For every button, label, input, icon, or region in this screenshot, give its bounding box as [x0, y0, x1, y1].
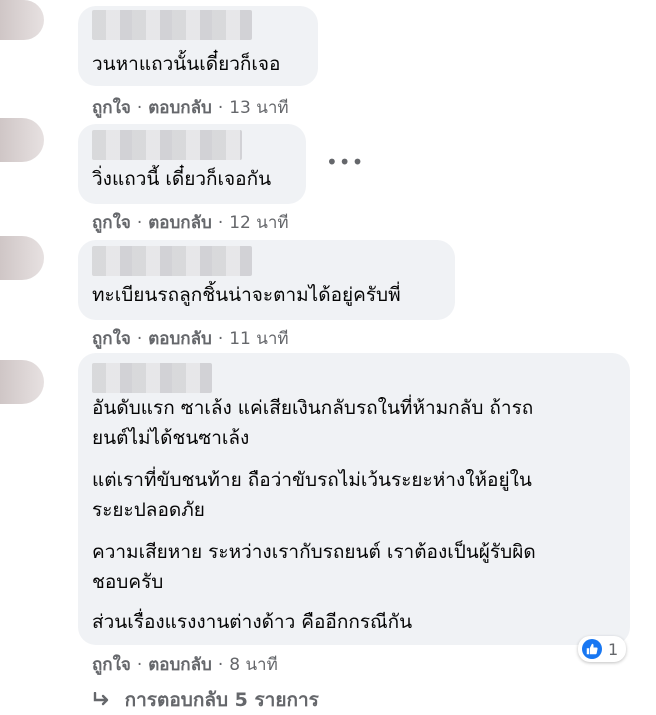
comment-text: วิ่งแถวนี้ เดี๋ยวก็เจอกัน	[92, 168, 272, 190]
like-link[interactable]: ถูกใจ	[92, 98, 131, 118]
comment-text: ทะเบียนรถลูกชิ้นน่าจะตามได้อยู่ครับพี่	[92, 284, 401, 306]
reaction-badge[interactable]: 1	[578, 636, 627, 662]
comment-text: วนหาแถวนั้นเดี๋ยวก็เจอ	[92, 53, 281, 75]
reaction-count: 1	[608, 639, 619, 659]
view-replies-label[interactable]: การตอบกลับ 5 รายการ	[125, 689, 319, 711]
more-options-icon[interactable]: •••	[326, 150, 364, 174]
reply-arrow-icon	[92, 689, 125, 711]
comment-actions: ถูกใจ · ตอบกลับ · 8 นาที	[92, 655, 278, 675]
like-link[interactable]: ถูกใจ	[92, 329, 131, 349]
comment-text-line: ความเสียหาย ระหว่างเรากับรถยนต์ เราต้องเ…	[92, 541, 536, 563]
comment-bubble	[78, 240, 455, 320]
like-thumb-icon	[582, 639, 602, 659]
comment-actions: ถูกใจ · ตอบกลับ · 13 นาที	[92, 98, 289, 118]
view-replies-link[interactable]: การตอบกลับ 5 รายการ	[92, 685, 319, 715]
comment-bubble	[78, 124, 306, 204]
comment-actions: ถูกใจ · ตอบกลับ · 11 นาที	[92, 329, 289, 349]
commenter-name[interactable]	[92, 10, 252, 40]
avatar[interactable]	[0, 360, 44, 404]
comment-time[interactable]: 8 นาที	[229, 655, 278, 675]
comment-text-line: ระยะปลอดภัย	[92, 499, 205, 521]
avatar[interactable]	[0, 236, 44, 280]
avatar[interactable]	[0, 118, 44, 162]
like-link[interactable]: ถูกใจ	[92, 213, 131, 233]
reply-link[interactable]: ตอบกลับ	[148, 98, 212, 118]
comment-text-line: ส่วนเรื่องแรงงานต่างด้าว คืออีกกรณีกัน	[92, 611, 413, 633]
reply-link[interactable]: ตอบกลับ	[148, 213, 212, 233]
comment-text-line: ชอบครับ	[92, 571, 164, 593]
commenter-name[interactable]	[92, 363, 212, 393]
like-link[interactable]: ถูกใจ	[92, 655, 131, 675]
comment-text-line: ยนต์ไม่ได้ชนซาเล้ง	[92, 427, 250, 449]
comment-time[interactable]: 13 นาที	[229, 98, 288, 118]
avatar[interactable]	[0, 0, 44, 40]
comment-time[interactable]: 12 นาที	[229, 213, 288, 233]
comment-actions: ถูกใจ · ตอบกลับ · 12 นาที	[92, 213, 289, 233]
comment-text-line: แต่เราที่ขับชนท้าย ถือว่าขับรถไม่เว้นระย…	[92, 469, 532, 491]
reply-link[interactable]: ตอบกลับ	[148, 329, 212, 349]
comment-text-line: อันดับแรก ซาเล้ง แค่เสียเงินกลับรถในที่ห…	[92, 397, 534, 419]
commenter-name[interactable]	[92, 246, 252, 276]
reply-link[interactable]: ตอบกลับ	[148, 655, 212, 675]
comment-time[interactable]: 11 นาที	[229, 329, 288, 349]
commenter-name[interactable]	[92, 130, 242, 160]
